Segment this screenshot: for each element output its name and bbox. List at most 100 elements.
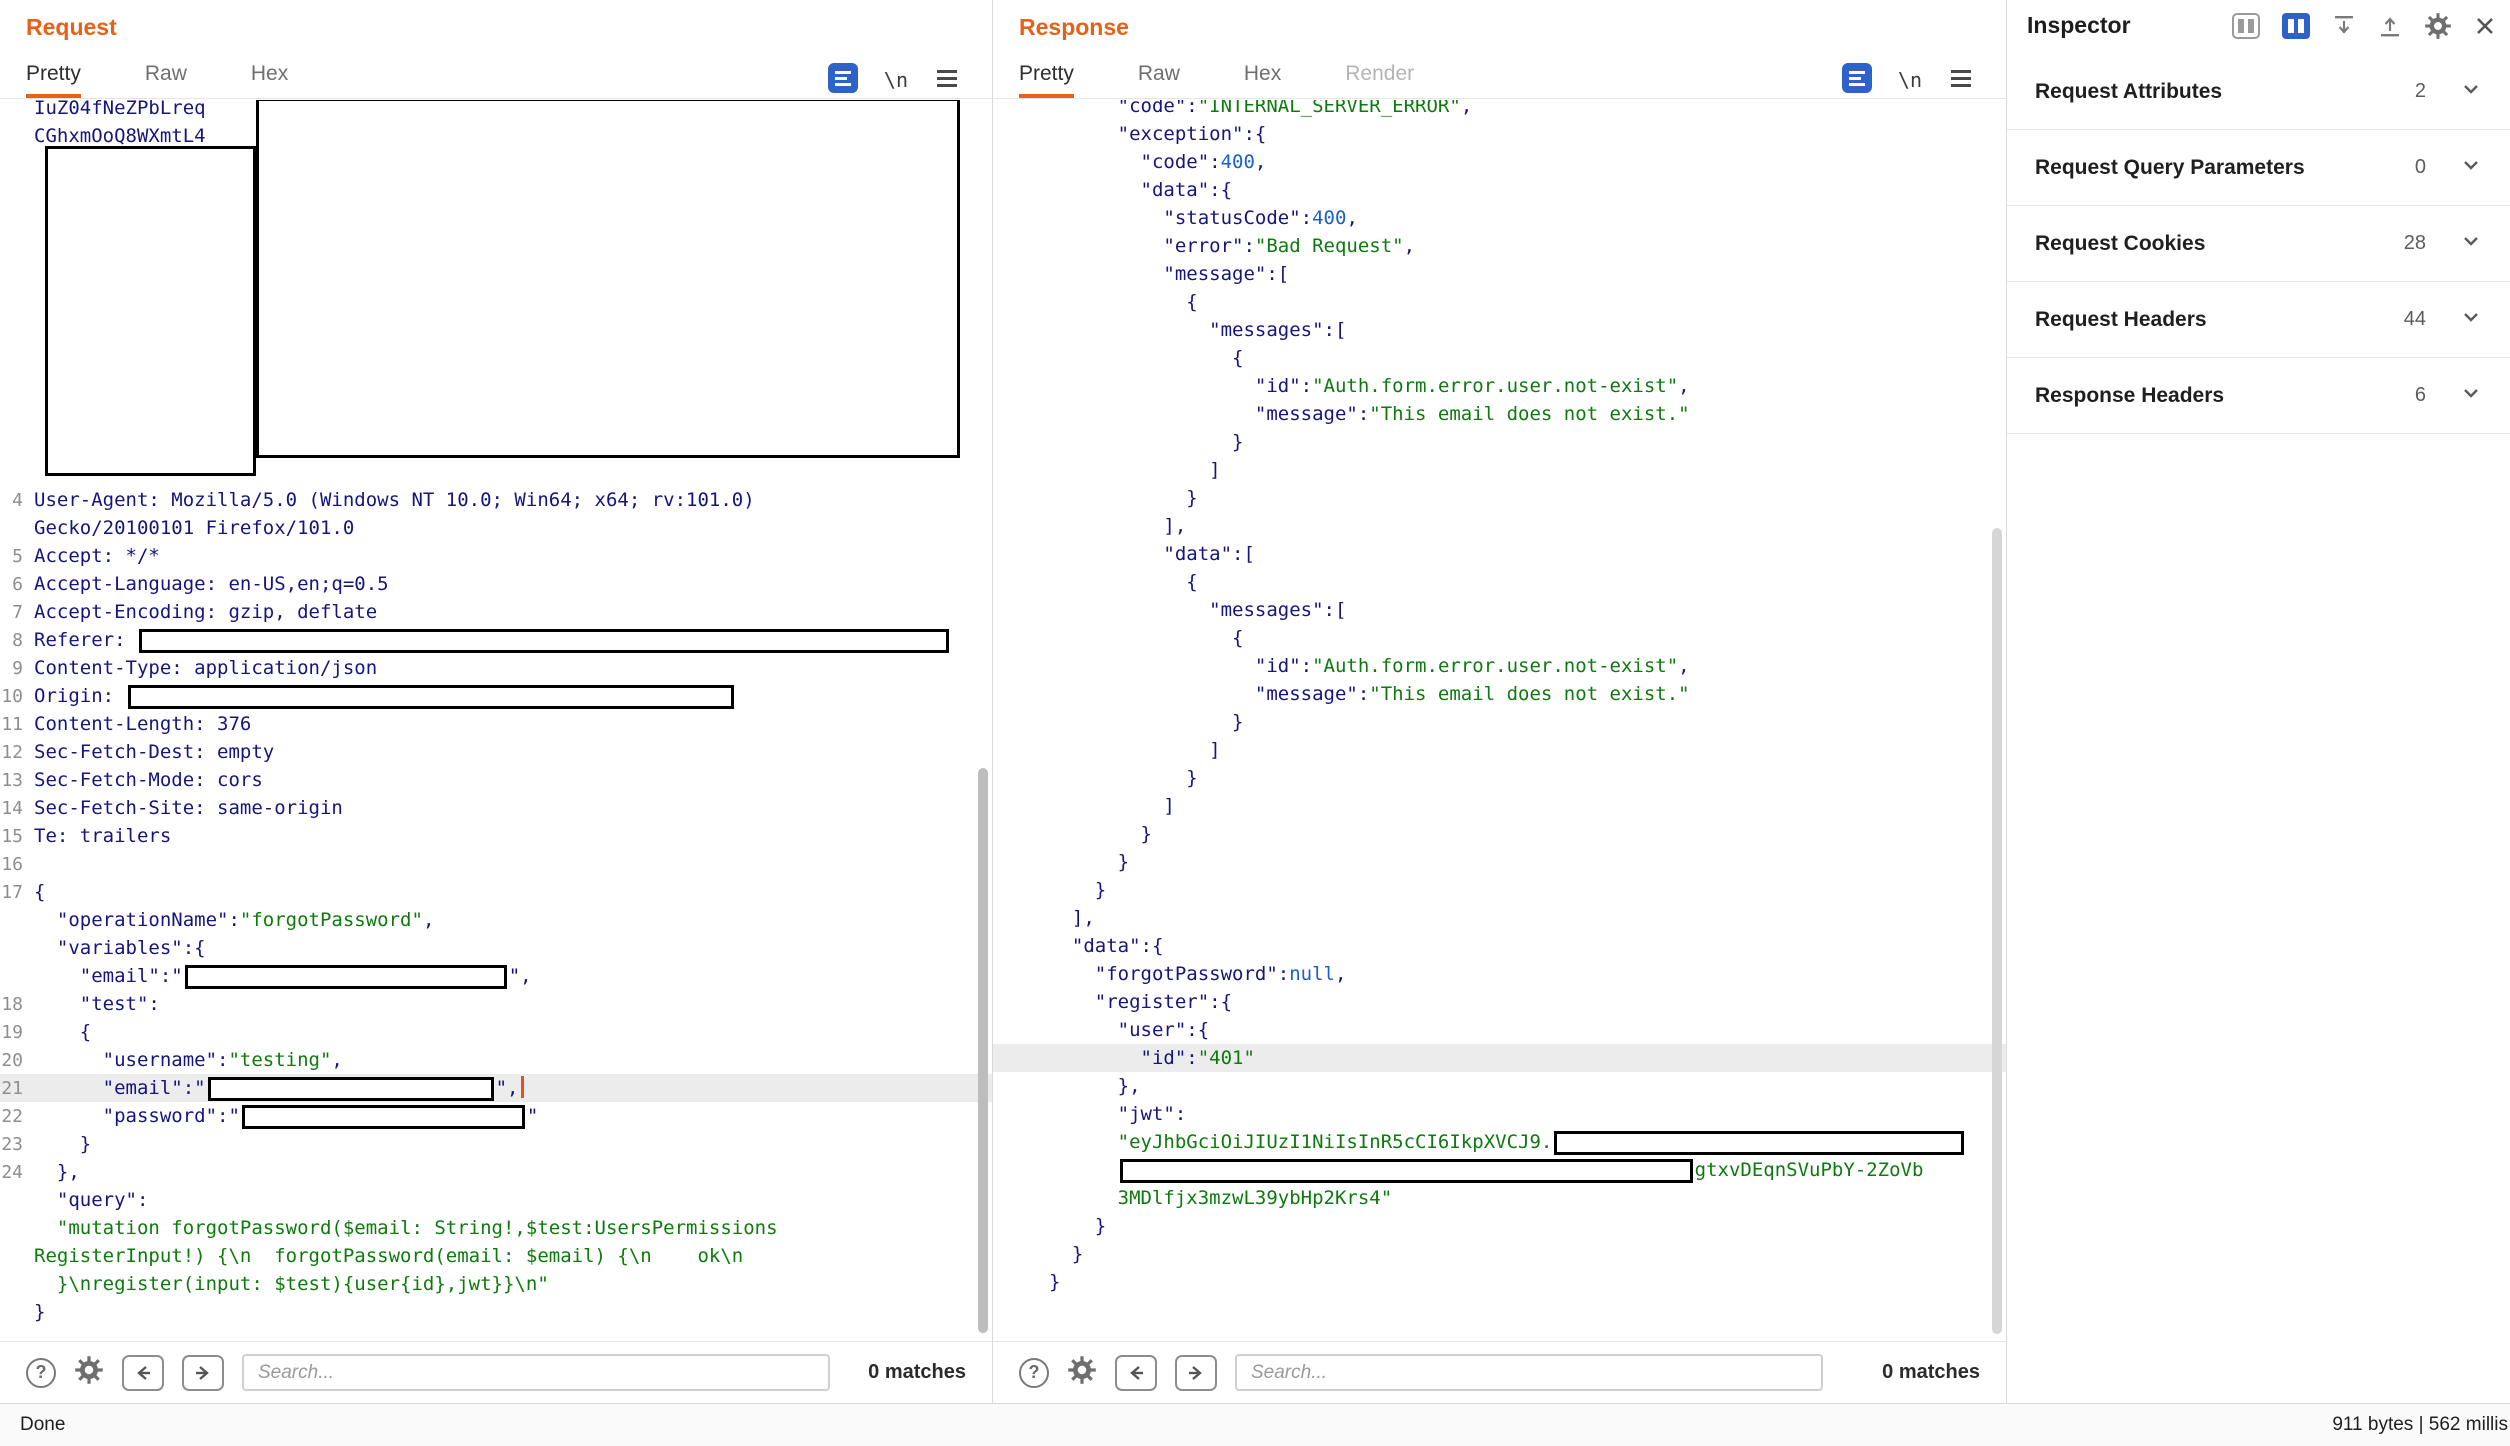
redaction-box xyxy=(1554,1131,1964,1155)
code-line: "message":"This email does not exist." xyxy=(993,400,2006,428)
code-line: "query": xyxy=(0,1186,992,1214)
tab-hex[interactable]: Hex xyxy=(1244,62,1281,98)
code-line: } xyxy=(0,1298,992,1326)
response-scrollbar[interactable] xyxy=(1992,528,2002,1334)
help-icon[interactable]: ? xyxy=(1019,1358,1049,1388)
tab-pretty[interactable]: Pretty xyxy=(26,62,81,98)
code-line: "variables":{ xyxy=(0,934,992,962)
code-line: 18 "test": xyxy=(0,990,992,1018)
tab-raw[interactable]: Raw xyxy=(1138,62,1180,98)
line-number: 24 xyxy=(0,1159,34,1187)
redaction-box xyxy=(208,1077,494,1101)
code-line: RegisterInput!) {\n forgotPassword(email… xyxy=(0,1242,992,1270)
line-number: 9 xyxy=(0,655,34,683)
inspector-section-request-headers[interactable]: Request Headers44 xyxy=(2007,282,2510,358)
line-number: 13 xyxy=(0,767,34,795)
request-search-toolbar: ? 0 matches xyxy=(0,1341,992,1403)
expand-all-icon[interactable] xyxy=(2378,14,2402,43)
code-line: } xyxy=(993,484,2006,512)
code-line: "jwt": xyxy=(993,1100,2006,1128)
inspector-dock-active-icon[interactable] xyxy=(2282,13,2310,44)
search-settings-gear-icon[interactable] xyxy=(1067,1355,1097,1390)
code-line: "user":{ xyxy=(993,1016,2006,1044)
tab-raw[interactable]: Raw xyxy=(145,62,187,98)
tab-render: Render xyxy=(1345,62,1414,98)
request-scrollbar[interactable] xyxy=(978,768,988,1333)
redaction-box xyxy=(1120,1159,1693,1183)
code-line: 16 xyxy=(0,850,992,878)
response-search-toolbar: ? 0 matches xyxy=(993,1341,2006,1403)
line-number: 16 xyxy=(0,851,34,879)
code-line: "messages":[ xyxy=(993,596,2006,624)
inspector-section-list: Request Attributes 2 Request Query Paramet… xyxy=(2007,54,2510,434)
request-search-input[interactable] xyxy=(242,1354,830,1391)
code-line: } xyxy=(993,1212,2006,1240)
chevron-down-icon xyxy=(2460,306,2482,333)
editor-menu-icon[interactable] xyxy=(934,65,960,96)
response-search-input[interactable] xyxy=(1235,1354,1823,1391)
code-line: 24 }, xyxy=(0,1158,992,1186)
inspector-section-response-headers[interactable]: Response Headers6 xyxy=(2007,358,2510,434)
inspector-settings-gear-icon[interactable] xyxy=(2424,12,2452,45)
code-line: ], xyxy=(993,512,2006,540)
code-line: "id":"401" xyxy=(993,1044,2006,1072)
response-panel: Response Pretty Raw Hex Render \n "code":"I… xyxy=(993,0,2007,1403)
next-match-button[interactable] xyxy=(182,1355,224,1391)
pretty-print-icon[interactable] xyxy=(1842,63,1872,98)
response-viewer[interactable]: "code":"INTERNAL_SERVER_ERROR", "excepti… xyxy=(993,100,2006,1341)
line-number: 7 xyxy=(0,599,34,627)
tab-pretty[interactable]: Pretty xyxy=(1019,62,1074,98)
tab-hex[interactable]: Hex xyxy=(251,62,288,98)
response-match-count: 0 matches xyxy=(1882,1361,1980,1384)
section-count-badge: 28 xyxy=(2404,232,2460,255)
response-panel-title: Response xyxy=(1019,14,1129,41)
redaction-box xyxy=(139,629,949,653)
code-line: gtxvDEqnSVuPbY-2ZoVb xyxy=(993,1156,2006,1184)
inspector-dock-icon[interactable] xyxy=(2232,13,2260,44)
line-number: 15 xyxy=(0,823,34,851)
line-number: 6 xyxy=(0,571,34,599)
code-line: 20 "username":"testing", xyxy=(0,1046,992,1074)
status-text: Done xyxy=(20,1414,65,1436)
collapse-all-icon[interactable] xyxy=(2332,14,2356,43)
line-number: 11 xyxy=(0,711,34,739)
help-icon[interactable]: ? xyxy=(26,1358,56,1388)
line-number: 20 xyxy=(0,1047,34,1075)
code-line: } xyxy=(993,1240,2006,1268)
code-line: "code":400, xyxy=(993,148,2006,176)
previous-match-button[interactable] xyxy=(1115,1355,1157,1391)
inspector-section-request-attributes[interactable]: Request Attributes 2 xyxy=(2007,54,2510,130)
next-match-button[interactable] xyxy=(1175,1355,1217,1391)
pretty-print-icon[interactable] xyxy=(828,63,858,98)
request-editor[interactable]: IuZ04fNeZPbLreqCGhxmOoQ8WXmtL44User-Agen… xyxy=(0,100,992,1341)
close-icon[interactable] xyxy=(2474,15,2496,42)
chevron-down-icon xyxy=(2460,154,2482,181)
section-label: Request Cookies xyxy=(2035,232,2205,256)
status-bar: Done 911 bytes | 562 millis xyxy=(0,1403,2510,1446)
code-line: ], xyxy=(993,904,2006,932)
section-count-badge: 2 xyxy=(2415,80,2460,103)
inspector-section-request-query-parameters[interactable]: Request Query Parameters0 xyxy=(2007,130,2510,206)
section-count-badge: 6 xyxy=(2415,384,2460,407)
search-settings-gear-icon[interactable] xyxy=(74,1355,104,1390)
editor-menu-icon[interactable] xyxy=(1948,65,1974,96)
code-line: 12Sec-Fetch-Dest: empty xyxy=(0,738,992,766)
section-label: Request Attributes xyxy=(2035,80,2222,104)
code-line: 3MDlfjx3mzwL39ybHp2Krs4" xyxy=(993,1184,2006,1212)
previous-match-button[interactable] xyxy=(122,1355,164,1391)
newline-toggle[interactable]: \n xyxy=(884,68,908,92)
code-line: } xyxy=(993,764,2006,792)
redaction-box xyxy=(45,146,256,476)
newline-toggle[interactable]: \n xyxy=(1898,68,1922,92)
code-line: 15Te: trailers xyxy=(0,822,992,850)
code-line: 17{ xyxy=(0,878,992,906)
code-line: Gecko/20100101 Firefox/101.0 xyxy=(0,514,992,542)
section-count-badge: 0 xyxy=(2415,156,2460,179)
line-number: 10 xyxy=(0,683,34,711)
code-line: } xyxy=(993,876,2006,904)
response-tabbar: Pretty Raw Hex Render \n xyxy=(993,62,2006,99)
code-line: 10Origin: xyxy=(0,682,992,710)
chevron-down-icon xyxy=(2460,382,2482,409)
code-line: ] xyxy=(993,456,2006,484)
inspector-section-request-cookies[interactable]: Request Cookies 28 xyxy=(2007,206,2510,282)
